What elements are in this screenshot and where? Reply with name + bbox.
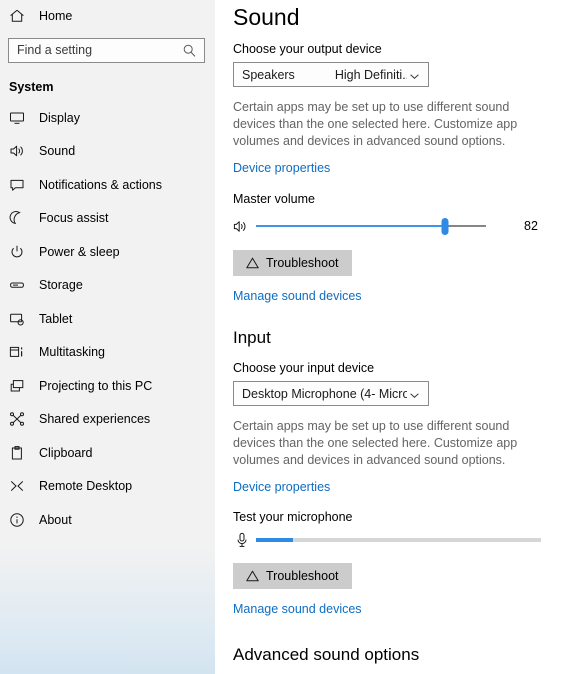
sidebar-item-multitasking[interactable]: Multitasking (0, 336, 215, 370)
slider-thumb[interactable] (441, 218, 449, 235)
sidebar-section-title: System (9, 80, 54, 94)
sidebar-item-storage[interactable]: Storage (0, 269, 215, 303)
sidebar-item-label: About (39, 512, 72, 527)
input-troubleshoot-label: Troubleshoot (266, 569, 339, 583)
input-device-properties-link[interactable]: Device properties (233, 479, 330, 495)
sidebar-acrylic-overlay (0, 544, 215, 674)
home-icon (9, 8, 25, 24)
output-device-detail: High Definiti... (334, 67, 407, 82)
sidebar-item-label: Projecting to this PC (39, 378, 153, 393)
clipboard-icon (9, 445, 25, 461)
search-box[interactable] (8, 38, 205, 63)
chevron-down-icon (409, 388, 420, 399)
microphone-level-meter (256, 538, 541, 542)
test-microphone-label: Test your microphone (233, 510, 353, 524)
microphone-test-row (233, 529, 562, 551)
output-device-dropdown[interactable]: Speakers High Definiti... (233, 62, 429, 87)
sidebar-item-label: Power & sleep (39, 244, 120, 259)
output-troubleshoot-label: Troubleshoot (266, 256, 339, 270)
input-group-title: Input (233, 328, 271, 347)
info-icon (9, 512, 25, 528)
master-volume-value: 82 (524, 219, 538, 233)
chevron-down-icon (409, 69, 420, 80)
moon-icon (9, 210, 25, 226)
microphone-level-fill (256, 538, 294, 542)
sidebar-item-remote-desktop[interactable]: Remote Desktop (0, 470, 215, 504)
speaker-volume-icon (233, 219, 250, 234)
slider-fill (256, 225, 445, 227)
output-device-value: Speakers High Definiti... (242, 68, 407, 82)
shared-experiences-icon (9, 411, 25, 427)
sidebar-item-label: Remote Desktop (39, 479, 133, 493)
monitor-icon (9, 110, 25, 126)
sidebar-item-notifications-actions[interactable]: Notifications & actions (0, 168, 215, 202)
main-content: Sound Choose your output device Speakers… (215, 0, 562, 674)
master-volume-label: Master volume (233, 192, 315, 206)
output-description: Certain apps may be set up to use differ… (233, 100, 518, 148)
sidebar-item-projecting-to-this-pc[interactable]: Projecting to this PC (0, 369, 215, 403)
sidebar-item-power-sleep[interactable]: Power & sleep (0, 235, 215, 269)
sidebar-item-clipboard[interactable]: Clipboard (0, 436, 215, 470)
advanced-group-title: Advanced sound options (233, 645, 420, 664)
output-device-properties-link[interactable]: Device properties (233, 160, 330, 176)
output-device-name: Speakers (242, 67, 295, 82)
input-manage-sound-devices-link[interactable]: Manage sound devices (233, 601, 362, 617)
sidebar-item-home[interactable]: Home (0, 2, 215, 30)
input-device-dropdown[interactable]: Desktop Microphone (4- Micro... (233, 381, 429, 406)
microphone-icon (236, 532, 248, 548)
search-icon[interactable] (182, 43, 197, 58)
sidebar-item-label: Storage (39, 278, 83, 292)
master-volume-slider[interactable] (256, 216, 486, 236)
sidebar-item-label: Focus assist (39, 211, 109, 225)
warning-triangle-icon (246, 570, 259, 582)
sidebar-item-label: Notifications & actions (39, 177, 162, 192)
input-device-label: Choose your input device (233, 361, 375, 375)
input-troubleshoot-button[interactable]: Troubleshoot (233, 563, 352, 589)
output-device-label: Choose your output device (233, 42, 382, 56)
power-icon (9, 244, 25, 260)
search-input[interactable] (9, 39, 204, 62)
sidebar-item-focus-assist[interactable]: Focus assist (0, 202, 215, 236)
remote-desktop-icon (9, 478, 25, 494)
notification-icon (9, 177, 25, 193)
sidebar-item-label: Sound (39, 144, 76, 158)
sidebar-item-sound[interactable]: Sound (0, 135, 215, 169)
multitasking-icon (9, 344, 25, 360)
projecting-icon (9, 378, 25, 394)
sidebar-item-label: Display (39, 110, 80, 125)
input-description: Certain apps may be set up to use differ… (233, 419, 518, 467)
sidebar-item-shared-experiences[interactable]: Shared experiences (0, 403, 215, 437)
output-troubleshoot-button[interactable]: Troubleshoot (233, 250, 352, 276)
speaker-icon (9, 143, 25, 159)
sidebar-item-about[interactable]: About (0, 503, 215, 537)
sidebar-home-label: Home (39, 8, 73, 23)
page-title: Sound (233, 4, 300, 30)
settings-window: Home System Display (0, 0, 562, 674)
output-manage-sound-devices-link[interactable]: Manage sound devices (233, 288, 362, 304)
sidebar-item-label: Multitasking (39, 345, 105, 359)
sidebar-item-display[interactable]: Display (0, 101, 215, 135)
sidebar-item-label: Clipboard (39, 445, 93, 460)
sidebar-item-label: Shared experiences (39, 412, 151, 426)
sidebar-item-label: Tablet (39, 311, 73, 326)
sidebar: Home System Display (0, 0, 215, 674)
warning-triangle-icon (246, 257, 259, 269)
master-volume-row: 82 (233, 215, 562, 237)
tablet-icon (9, 311, 25, 327)
input-device-value: Desktop Microphone (4- Micro... (242, 386, 407, 401)
sidebar-nav: Display Sound Notifications & actions Fo… (0, 101, 215, 537)
storage-icon (9, 277, 25, 293)
sidebar-item-tablet[interactable]: Tablet (0, 302, 215, 336)
